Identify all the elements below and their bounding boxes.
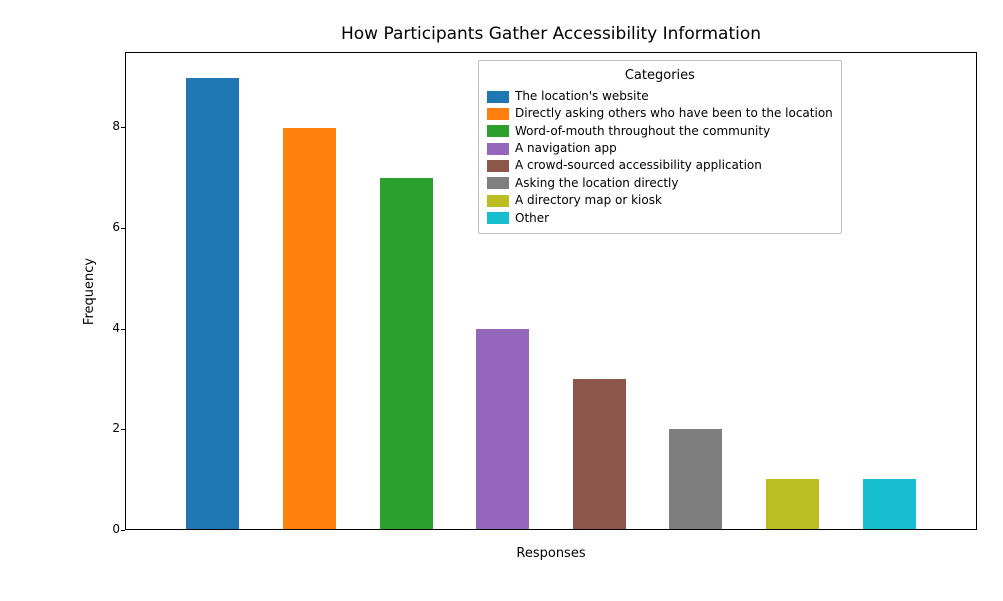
- bar: [283, 128, 336, 529]
- legend-label: A navigation app: [515, 140, 617, 157]
- legend-label: Other: [515, 210, 549, 227]
- legend-swatch: [487, 195, 509, 207]
- legend-item: A directory map or kiosk: [487, 192, 833, 209]
- legend-label: Directly asking others who have been to …: [515, 105, 833, 122]
- legend-item: Directly asking others who have been to …: [487, 105, 833, 122]
- x-axis-label: Responses: [125, 546, 977, 561]
- y-tick-label: 8: [104, 119, 120, 133]
- y-tick-mark: [121, 530, 125, 531]
- legend-item: A crowd-sourced accessibility applicatio…: [487, 157, 833, 174]
- y-tick-label: 6: [104, 220, 120, 234]
- y-tick-label: 4: [104, 321, 120, 335]
- legend: Categories The location's websiteDirectl…: [478, 60, 842, 234]
- legend-item: Other: [487, 210, 833, 227]
- y-tick-mark: [121, 429, 125, 430]
- legend-label: A crowd-sourced accessibility applicatio…: [515, 157, 762, 174]
- legend-swatch: [487, 177, 509, 189]
- legend-item: A navigation app: [487, 140, 833, 157]
- legend-swatch: [487, 143, 509, 155]
- bar: [863, 479, 916, 529]
- y-axis-label: Frequency: [83, 257, 98, 324]
- legend-label: Asking the location directly: [515, 175, 678, 192]
- figure: How Participants Gather Accessibility In…: [0, 0, 1003, 601]
- legend-title: Categories: [487, 67, 833, 86]
- legend-label: The location's website: [515, 88, 649, 105]
- bar: [476, 329, 529, 529]
- legend-label: A directory map or kiosk: [515, 192, 662, 209]
- bar: [573, 379, 626, 529]
- y-tick-mark: [121, 228, 125, 229]
- legend-swatch: [487, 160, 509, 172]
- y-tick-label: 2: [104, 421, 120, 435]
- legend-label: Word-of-mouth throughout the community: [515, 123, 770, 140]
- legend-swatch: [487, 108, 509, 120]
- bar: [380, 178, 433, 529]
- legend-swatch: [487, 212, 509, 224]
- legend-swatch: [487, 91, 509, 103]
- chart-title: How Participants Gather Accessibility In…: [125, 24, 977, 44]
- plot-area: Categories The location's websiteDirectl…: [125, 52, 977, 530]
- bar: [766, 479, 819, 529]
- y-axis-label-wrap: Frequency: [80, 52, 100, 530]
- y-tick-mark: [121, 329, 125, 330]
- legend-item: The location's website: [487, 88, 833, 105]
- legend-swatch: [487, 125, 509, 137]
- y-tick-label: 0: [104, 522, 120, 536]
- y-tick-mark: [121, 127, 125, 128]
- bar: [669, 429, 722, 529]
- bar: [186, 78, 239, 529]
- legend-item: Asking the location directly: [487, 175, 833, 192]
- legend-item: Word-of-mouth throughout the community: [487, 123, 833, 140]
